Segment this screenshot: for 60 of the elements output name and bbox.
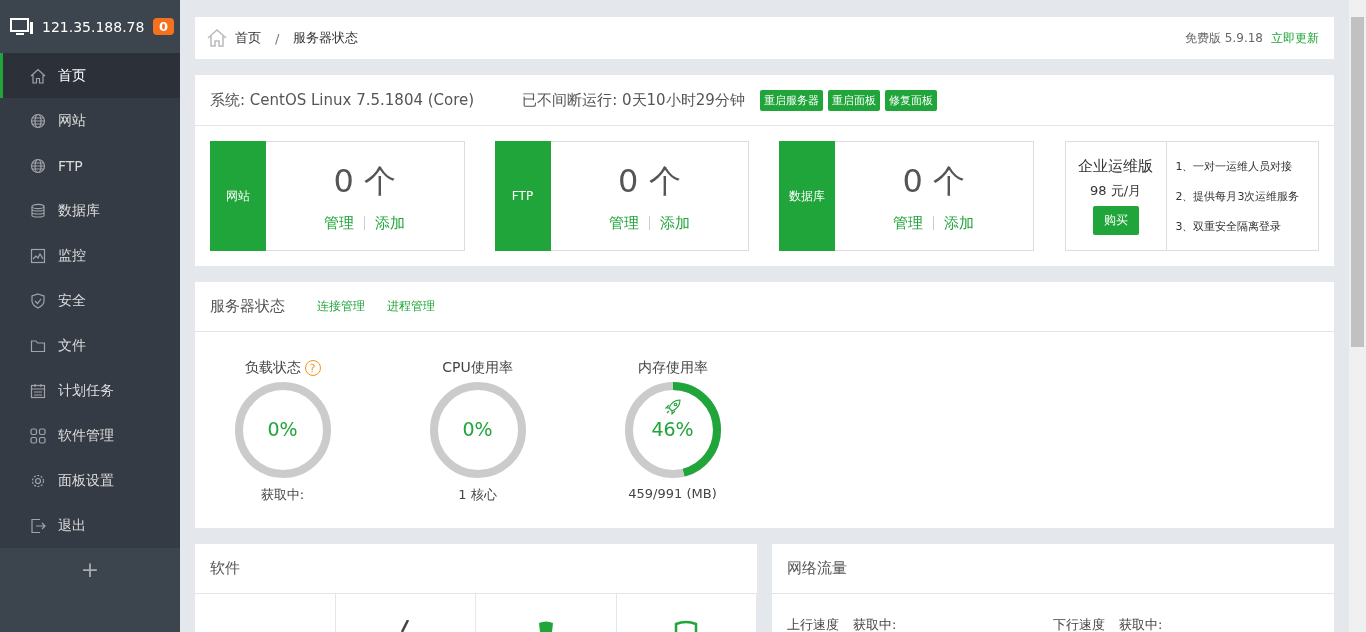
stat-count: 0 个 xyxy=(333,160,396,202)
gauge-detail: 1 核心 xyxy=(458,486,497,504)
enterprise-title: 企业运维版 xyxy=(1078,157,1153,176)
gauge-detail: 459/991 (MB) xyxy=(628,486,717,501)
sidebar-item[interactable]: FTP xyxy=(0,143,180,188)
sidebar-item[interactable]: 监控 xyxy=(0,233,180,278)
stat-link[interactable]: 添加 xyxy=(659,213,690,233)
gauge-detail: 获取中: xyxy=(260,486,305,504)
gauge-value: 0% xyxy=(461,418,494,440)
stat-label: 数据库 xyxy=(779,141,835,251)
panel-title: 服务器状态 xyxy=(210,297,285,316)
update-link[interactable]: 立即更新 xyxy=(1271,29,1319,47)
sidebar-item[interactable]: 面板设置 xyxy=(0,458,180,503)
breadcrumb-item[interactable]: 服务器状态 xyxy=(293,29,359,47)
sidebar-item[interactable]: 网站 xyxy=(0,98,180,143)
sidebar-item[interactable]: 安全 xyxy=(0,278,180,323)
stat-label: FTP xyxy=(494,141,551,251)
action-button[interactable]: 重启面板 xyxy=(827,89,880,111)
stat-count: 0 个 xyxy=(618,160,681,202)
gauge-value: 46% xyxy=(650,418,695,440)
panel-title: 网络流量 xyxy=(787,559,847,578)
feature-text: 3、双重安全隔离登录 xyxy=(1175,218,1283,234)
sidebar-item[interactable]: 计划任务 xyxy=(0,368,180,413)
stat-link[interactable]: 管理 xyxy=(324,213,355,233)
feature-text: 1、一对一运维人员对接 xyxy=(1175,158,1294,174)
version-text: 免费版 5.9.18 xyxy=(1185,29,1263,47)
action-button[interactable]: 修复面板 xyxy=(884,89,937,111)
add-button[interactable]: + xyxy=(76,556,104,582)
gauge-title: 内存使用率 xyxy=(637,359,708,377)
panel-title: 软件 xyxy=(210,559,240,578)
stat-label: 网站 xyxy=(210,141,266,251)
sidebar-item[interactable]: 退出 xyxy=(0,503,180,548)
stat-count: 0 个 xyxy=(902,160,965,202)
sidebar-item[interactable]: 软件管理 xyxy=(0,413,180,458)
feature-text: 2、提供每月3次运维服务 xyxy=(1175,188,1301,204)
gauge-title: CPU使用率 xyxy=(442,359,513,377)
buy-button[interactable]: 购买 xyxy=(1092,206,1139,235)
host-address: 121.35.188.78 xyxy=(42,18,145,35)
upload-label: 上行速度 xyxy=(787,616,839,632)
stat-link[interactable]: 添加 xyxy=(944,213,975,233)
stat-link[interactable]: 添加 xyxy=(375,213,406,233)
enterprise-price: 98 元/月 xyxy=(1089,182,1142,200)
breadcrumb-item[interactable]: 首页 xyxy=(235,29,261,47)
download-value: 获取中: xyxy=(1119,616,1163,632)
uptime-text: 已不间断运行: 0天10小时29分钟 xyxy=(522,90,745,110)
system-info: 系统: CentOS Linux 7.5.1804 (Core) xyxy=(210,90,475,110)
download-label: 下行速度 xyxy=(1053,616,1105,632)
stat-link[interactable]: 管理 xyxy=(893,213,924,233)
gauge-value: 0% xyxy=(266,418,299,440)
action-button[interactable]: 重启服务器 xyxy=(759,89,823,111)
breadcrumb-separator: / xyxy=(275,30,280,46)
sidebar-item[interactable]: 数据库 xyxy=(0,188,180,233)
panel-link[interactable]: 连接管理 xyxy=(317,298,365,315)
notification-badge[interactable]: 0 xyxy=(152,18,174,35)
sidebar-item[interactable]: 首页 xyxy=(0,53,180,98)
panel-link[interactable]: 进程管理 xyxy=(387,298,435,315)
stat-link[interactable]: 管理 xyxy=(608,213,639,233)
sidebar-item[interactable]: 文件 xyxy=(0,323,180,368)
upload-value: 获取中: xyxy=(853,616,897,632)
gauge-title: 负载状态 xyxy=(244,359,301,377)
